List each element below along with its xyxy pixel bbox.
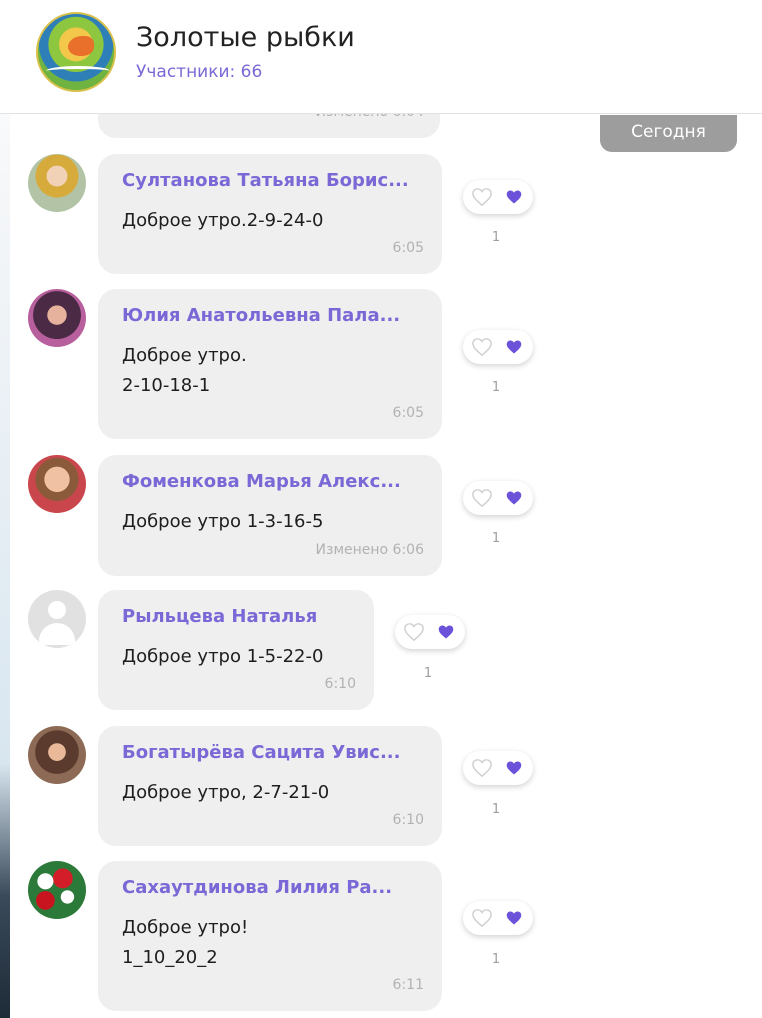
message-time: 6:05 bbox=[392, 240, 424, 256]
sender-name[interactable]: Сахаутдинова Лилия Ра... bbox=[122, 877, 392, 898]
message-text: Доброе утро, 2-7-21-0 bbox=[122, 782, 330, 803]
message-text: Доброе утро. 2-10-18-1 bbox=[122, 345, 247, 396]
sender-name[interactable]: Рыльцева Наталья bbox=[122, 606, 317, 627]
heart-outline-icon[interactable] bbox=[403, 622, 425, 642]
message-bubble[interactable]: Юлия Анатольевна Пала... Доброе утро. 2-… bbox=[98, 289, 442, 439]
message-time: 6:10 bbox=[324, 676, 356, 692]
avatar[interactable] bbox=[28, 289, 86, 347]
window-edge bbox=[0, 0, 10, 1018]
message-bubble[interactable]: Сахаутдинова Лилия Ра... Доброе утро! 1_… bbox=[98, 861, 442, 1011]
sender-name[interactable]: Султанова Татьяна Борис... bbox=[122, 170, 409, 191]
reaction-bar[interactable] bbox=[463, 330, 533, 364]
sender-name[interactable]: Богатырёва Сацита Увис... bbox=[122, 742, 400, 763]
avatar[interactable] bbox=[28, 455, 86, 513]
reaction-count: 1 bbox=[423, 666, 433, 681]
avatar-placeholder-icon[interactable] bbox=[28, 590, 86, 648]
heart-icon[interactable] bbox=[505, 189, 523, 205]
avatar[interactable] bbox=[28, 726, 86, 784]
heart-icon[interactable] bbox=[505, 760, 523, 776]
heart-outline-icon[interactable] bbox=[471, 337, 493, 357]
chat-header: Золотые рыбки Участники: 66 bbox=[0, 0, 762, 114]
heart-icon[interactable] bbox=[505, 339, 523, 355]
heart-outline-icon[interactable] bbox=[471, 758, 493, 778]
message-time: Изменено 6:06 bbox=[315, 542, 424, 558]
message-bubble[interactable]: Богатырёва Сацита Увис... Доброе утро, 2… bbox=[98, 726, 442, 846]
date-divider: Сегодня bbox=[600, 115, 737, 152]
wave-icon bbox=[46, 66, 110, 76]
heart-outline-icon[interactable] bbox=[471, 488, 493, 508]
avatar[interactable] bbox=[28, 154, 86, 212]
message-text: Доброе утро.2-9-24-0 bbox=[122, 210, 324, 231]
heart-icon[interactable] bbox=[505, 490, 523, 506]
reaction-bar[interactable] bbox=[395, 615, 465, 649]
reaction-bar[interactable] bbox=[463, 180, 533, 214]
heart-icon[interactable] bbox=[437, 624, 455, 640]
heart-outline-icon[interactable] bbox=[471, 908, 493, 928]
reaction-count: 1 bbox=[491, 230, 501, 245]
reaction-bar[interactable] bbox=[463, 901, 533, 935]
heart-outline-icon[interactable] bbox=[471, 187, 493, 207]
message-time: 6:10 bbox=[392, 812, 424, 828]
group-avatar[interactable] bbox=[36, 12, 116, 92]
message-time: 6:11 bbox=[392, 977, 424, 993]
reaction-bar[interactable] bbox=[463, 751, 533, 785]
message-text: Доброе утро 1-5-22-0 bbox=[122, 646, 324, 667]
sender-name[interactable]: Юлия Анатольевна Пала... bbox=[122, 305, 400, 326]
message-text: Доброе утро! 1_10_20_2 bbox=[122, 917, 249, 968]
reaction-count: 1 bbox=[491, 952, 501, 967]
message-bubble[interactable]: Фоменкова Марья Алекс... Доброе утро 1-3… bbox=[98, 455, 442, 576]
sender-name[interactable]: Фоменкова Марья Алекс... bbox=[122, 471, 401, 492]
avatar[interactable] bbox=[28, 861, 86, 919]
message-bubble[interactable]: Рыльцева Наталья Доброе утро 1-5-22-0 6:… bbox=[98, 590, 374, 710]
reaction-count: 1 bbox=[491, 380, 501, 395]
heart-icon[interactable] bbox=[505, 910, 523, 926]
reaction-count: 1 bbox=[491, 531, 501, 546]
message-bubble[interactable]: Султанова Татьяна Борис... Доброе утро.2… bbox=[98, 154, 442, 274]
group-title[interactable]: Золотые рыбки bbox=[136, 22, 355, 53]
reaction-count: 1 bbox=[491, 802, 501, 817]
members-count-link[interactable]: Участники: 66 bbox=[136, 62, 262, 82]
message-time: 6:05 bbox=[392, 405, 424, 421]
goldfish-icon bbox=[68, 36, 94, 56]
reaction-bar[interactable] bbox=[463, 481, 533, 515]
message-text: Доброе утро 1-3-16-5 bbox=[122, 511, 324, 532]
